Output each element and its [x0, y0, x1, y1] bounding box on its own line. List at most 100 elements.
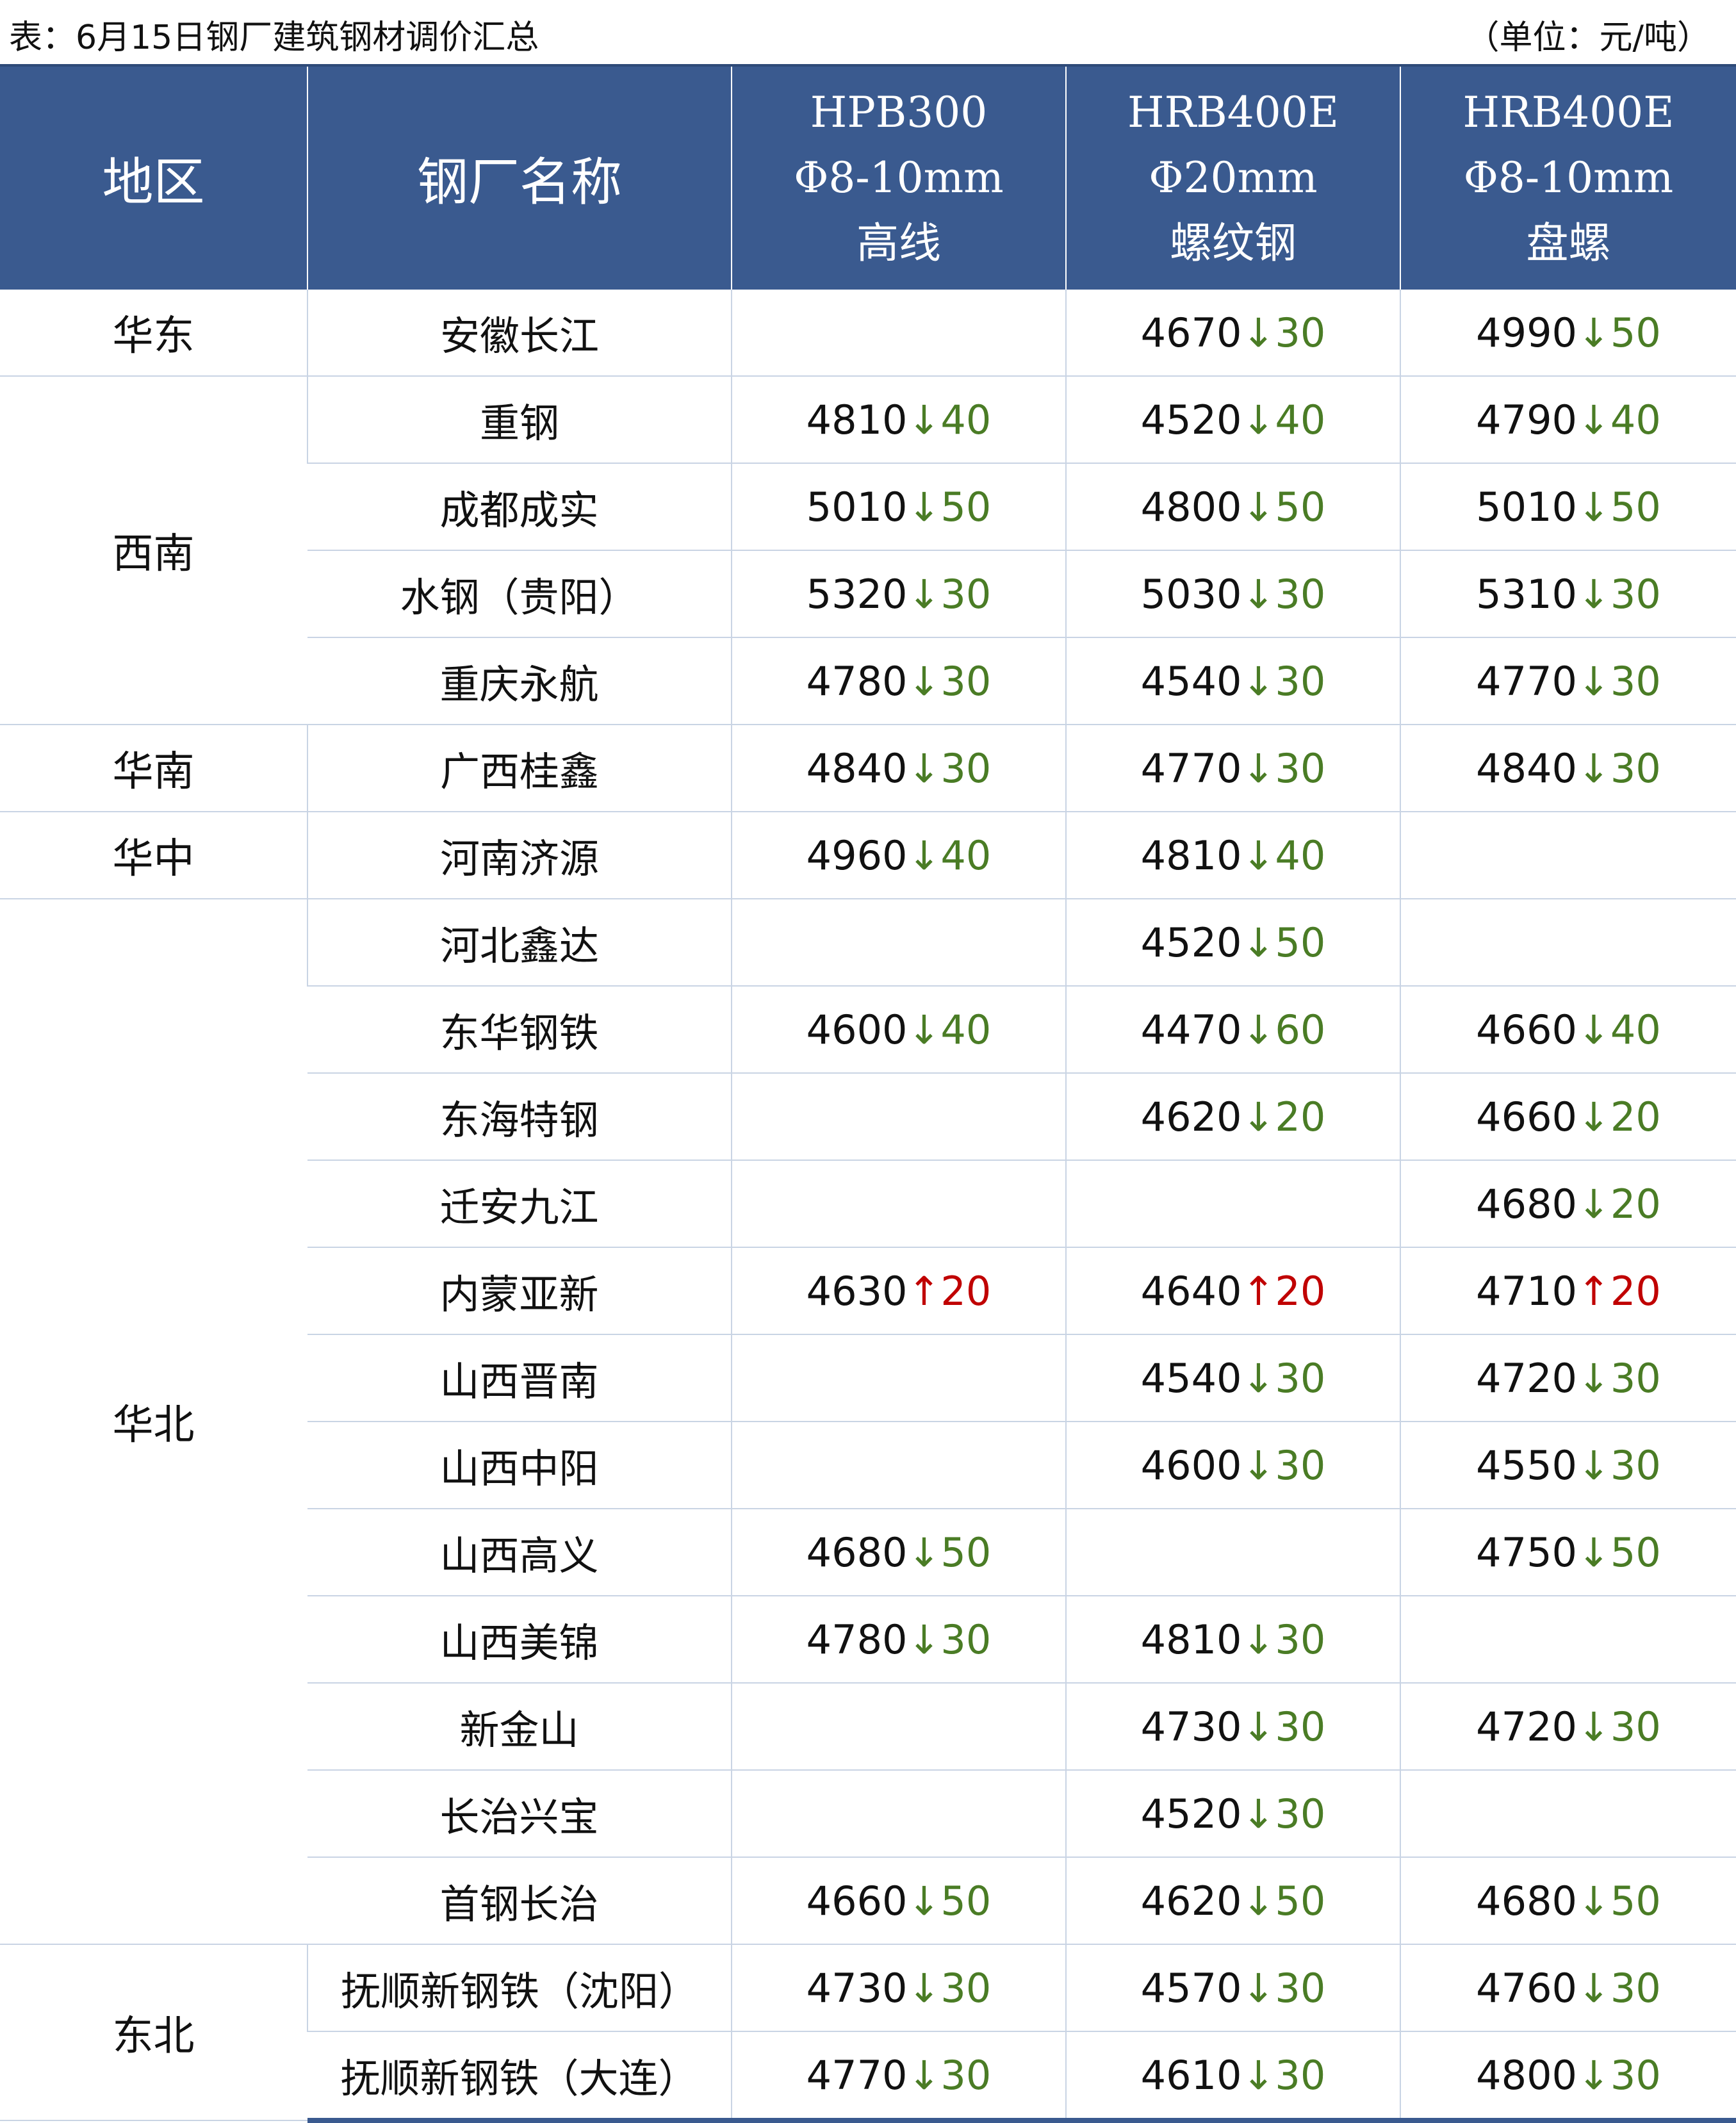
price-value: 4730 [1140, 1703, 1242, 1750]
price-change: 40 [1610, 396, 1661, 443]
price-change: 30 [940, 744, 992, 792]
arrow-up-icon: ↑ [1241, 1267, 1275, 1315]
price-cell-c5: 4660↓20 [1400, 1073, 1736, 1161]
arrow-down-icon: ↓ [907, 570, 941, 618]
price-cell-c3: 5010↓50 [731, 463, 1066, 551]
price-cell-c3: 4600↓40 [731, 986, 1066, 1074]
arrow-down-icon: ↓ [1576, 1529, 1610, 1576]
mill-name-cell: 山西中阳 [307, 1422, 732, 1509]
price-value: 4810 [1140, 1616, 1242, 1663]
price-change: 50 [1610, 1529, 1661, 1576]
price-cell-c4: 4540↓30 [1065, 1334, 1400, 1422]
price-value: 4620 [1140, 1877, 1242, 1924]
price-value: 4660 [806, 1877, 908, 1924]
price-cell-c5: 4800↓30 [1400, 2031, 1736, 2123]
mill-name-cell: 河北鑫达 [307, 898, 732, 987]
price-table: 地区 钢厂名称 HPB300 Φ8-10mm 高线 HRB400E Φ20mm … [0, 64, 1736, 2123]
price-cell-c4: 4800↓50 [1065, 463, 1400, 551]
mill-name-cell: 山西晋南 [307, 1334, 732, 1422]
price-value: 4620 [1140, 1093, 1242, 1140]
table-row: 华南 广西桂鑫 4840↓30 4770↓30 4840↓30 [0, 724, 1736, 812]
price-value: 4520 [1140, 919, 1242, 966]
price-value: 5010 [1476, 483, 1577, 530]
arrow-down-icon: ↓ [1576, 744, 1610, 792]
price-change: 30 [940, 570, 992, 618]
price-change: 60 [1275, 1006, 1326, 1053]
price-value: 4840 [806, 744, 908, 792]
price-cell-c5: 4710↑20 [1400, 1247, 1736, 1335]
price-cell-c5: 4750↓50 [1400, 1509, 1736, 1596]
price-change: 30 [940, 657, 992, 705]
price-value: 4670 [1140, 309, 1242, 356]
price-cell-c5: 5310↓30 [1400, 550, 1736, 638]
arrow-down-icon: ↓ [1241, 832, 1275, 879]
arrow-down-icon: ↓ [1576, 1093, 1610, 1140]
price-cell-c5: 4720↓30 [1400, 1683, 1736, 1771]
price-value: 4640 [1140, 1267, 1242, 1315]
price-change: 40 [940, 1006, 992, 1053]
price-value: 4840 [1476, 744, 1577, 792]
price-value: 4790 [1476, 396, 1577, 443]
price-change: 30 [940, 2051, 992, 2099]
mill-name-cell: 山西美锦 [307, 1596, 732, 1684]
table-row: 西南 重钢 4810↓40 4520↓40 4790↓40 [0, 375, 1736, 725]
price-change: 20 [1610, 1093, 1661, 1140]
price-value: 5010 [806, 483, 908, 530]
arrow-down-icon: ↓ [907, 744, 941, 792]
price-cell-c3 [731, 898, 1066, 987]
price-cell-c3 [731, 1770, 1066, 1858]
price-cell-c4: 4570↓30 [1065, 1944, 1400, 2032]
price-cell-c4: 4470↓60 [1065, 986, 1400, 1074]
price-value: 4600 [1140, 1441, 1242, 1489]
price-change: 30 [1610, 1354, 1661, 1402]
arrow-down-icon: ↓ [1241, 744, 1275, 792]
mill-name-cell: 成都成实 [307, 463, 732, 551]
mill-name-cell: 东海特钢 [307, 1073, 732, 1161]
arrow-down-icon: ↓ [1576, 396, 1610, 443]
price-value: 4570 [1140, 1964, 1242, 2012]
price-cell-c3: 4660↓50 [731, 1857, 1066, 1945]
mill-name-cell: 安徽长江 [307, 290, 732, 377]
arrow-down-icon: ↓ [1576, 657, 1610, 705]
price-value: 4730 [806, 1964, 908, 2012]
price-cell-c4: 4670↓30 [1065, 290, 1400, 377]
price-cell-c3: 4960↓40 [731, 811, 1066, 899]
arrow-down-icon: ↓ [1241, 1354, 1275, 1402]
price-change: 20 [1275, 1093, 1326, 1140]
price-change: 40 [1275, 396, 1326, 443]
arrow-down-icon: ↓ [907, 1616, 941, 1663]
arrow-down-icon: ↓ [1241, 483, 1275, 530]
price-cell-c5: 4790↓40 [1400, 375, 1736, 464]
price-value: 4780 [806, 657, 908, 705]
mill-name-cell: 河南济源 [307, 811, 732, 899]
price-change: 30 [1610, 657, 1661, 705]
price-change: 50 [940, 1529, 992, 1576]
price-change: 30 [1610, 1703, 1661, 1750]
mill-name-cell: 重钢 [307, 375, 732, 464]
region-cell: 东北 [0, 1944, 307, 2121]
arrow-up-icon: ↑ [907, 1267, 941, 1315]
price-cell-c4: 4520↓30 [1065, 1770, 1400, 1858]
mill-name-cell: 长治兴宝 [307, 1770, 732, 1858]
price-cell-c4: 4810↓30 [1065, 1596, 1400, 1684]
price-change: 30 [940, 1616, 992, 1663]
price-change: 30 [1610, 570, 1661, 618]
table-row: 东北 抚顺新钢铁（沈阳） 4730↓30 4570↓30 4760↓30 [0, 1944, 1736, 2121]
price-cell-c3: 4840↓30 [731, 724, 1066, 812]
price-change: 30 [1275, 1354, 1326, 1402]
price-cell-c3 [731, 1160, 1066, 1248]
price-value: 4760 [1476, 1964, 1577, 2012]
price-change: 30 [1275, 1790, 1326, 1837]
arrow-down-icon: ↓ [907, 1529, 941, 1576]
price-change: 50 [940, 483, 992, 530]
mill-name-cell: 抚顺新钢铁（大连） [307, 2031, 732, 2123]
price-change: 50 [1610, 483, 1661, 530]
region-cell: 华北 [0, 898, 307, 1945]
arrow-down-icon: ↓ [907, 1964, 941, 2012]
price-value: 4680 [806, 1529, 908, 1576]
arrow-down-icon: ↓ [907, 483, 941, 530]
price-change: 50 [1275, 919, 1326, 966]
title-bar: 表：6月15日钢厂建筑钢材调价汇总 （单位：元/吨） [0, 0, 1736, 64]
price-value: 4720 [1476, 1703, 1577, 1750]
price-change: 40 [940, 396, 992, 443]
